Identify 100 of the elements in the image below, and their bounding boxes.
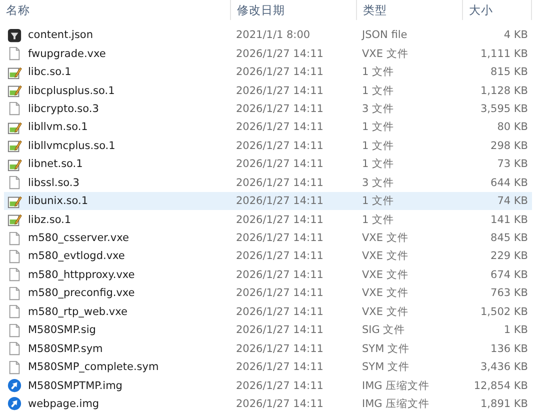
modified-date: 2026/1/27 14:11	[235, 306, 324, 318]
notepad-icon	[7, 83, 22, 98]
modified-date: 2026/1/27 14:11	[235, 48, 324, 60]
file-type: IMG 压缩文件	[361, 396, 431, 411]
file-row[interactable]: M580SMPTMP.img 2026/1/27 14:11 IMG 压缩文件 12,854 KB	[4, 376, 532, 395]
file-name: m580_csserver.vxe	[28, 232, 129, 244]
file-name: libcplusplus.so.1	[28, 84, 115, 97]
file-row[interactable]: webpage.img 2026/1/27 14:11 IMG 压缩文件 1,891 KB	[4, 394, 532, 414]
file-name: fwupgrade.vxe	[28, 48, 106, 60]
file-size: 1,502 KB	[480, 306, 529, 318]
file-row[interactable]: libcrypto.so.3 2026/1/27 14:11 3 文件 3,595 KB	[4, 100, 532, 118]
modified-date: 2026/1/27 14:11	[235, 140, 324, 152]
file-type: VXE 文件	[361, 249, 410, 264]
file-icon	[7, 46, 22, 62]
file-name: libssl.so.3	[28, 176, 80, 189]
column-header[interactable]: 类型	[357, 0, 463, 20]
file-size: 1,111 KB	[480, 48, 529, 60]
file-name: libcrypto.so.3	[28, 102, 99, 115]
modified-date: 2026/1/27 14:11	[235, 195, 324, 208]
modified-date: 2026/1/27 14:11	[235, 380, 324, 392]
disc-image-icon	[7, 396, 22, 412]
file-size: 73 KB	[496, 158, 529, 170]
file-row[interactable]: m580_preconfig.vxe 2026/1/27 14:11 VXE 文件 763 KB	[4, 284, 532, 303]
column-header[interactable]: 大小	[463, 0, 532, 20]
file-icon	[7, 360, 22, 375]
file-row[interactable]: libnet.so.1 2026/1/27 14:11 1 文件 73 KB	[4, 155, 532, 174]
file-size: 3,595 KB	[480, 102, 529, 115]
modified-date: 2026/1/27 14:11	[235, 361, 324, 374]
file-row[interactable]: m580_httpproxy.vxe 2026/1/27 14:11 VXE 文件 674 KB	[4, 266, 532, 284]
file-row[interactable]: m580_csserver.vxe 2026/1/27 14:11 VXE 文件 845 KB	[4, 228, 532, 248]
file-row[interactable]: libllvm.so.1 2026/1/27 14:11 1 文件 80 KB	[4, 118, 532, 137]
modified-date: 2026/1/27 14:11	[235, 121, 324, 134]
file-size: 1 KB	[502, 324, 529, 336]
file-row[interactable]: libz.so.1 2026/1/27 14:11 1 文件 141 KB	[4, 210, 532, 229]
file-row[interactable]: M580SMP_complete.sym 2026/1/27 14:11 SYM 文件 3,436 KB	[4, 358, 532, 376]
file-name: M580SMP_complete.sym	[28, 361, 159, 374]
file-size: 141 KB	[490, 214, 529, 226]
notepad-icon	[7, 212, 22, 228]
file-row[interactable]: m580_rtp_web.vxe 2026/1/27 14:11 VXE 文件 1,502 KB	[4, 302, 532, 321]
file-row[interactable]: M580SMP.sym 2026/1/27 14:11 SYM 文件 136 KB	[4, 339, 532, 358]
file-type: SYM 文件	[361, 360, 410, 374]
file-type: 1 文件	[361, 65, 396, 80]
file-type: JSON file	[360, 29, 408, 42]
modified-date: 2026/1/27 14:11	[235, 250, 324, 262]
file-name: M580SMP.sym	[28, 342, 103, 355]
file-row[interactable]: content.json 2021/1/1 8:00 JSON file 4 KB	[4, 26, 532, 44]
file-size: 80 KB	[496, 121, 529, 134]
modified-date: 2026/1/27 14:11	[235, 342, 324, 355]
file-row[interactable]: libllvmcplus.so.1 2026/1/27 14:11 1 文件 298 KB	[4, 136, 532, 156]
file-size: 298 KB	[490, 140, 529, 152]
file-size: 674 KB	[490, 268, 529, 281]
notepad-icon	[7, 120, 22, 135]
file-size: 12,854 KB	[472, 380, 529, 392]
modified-date: 2026/1/27 14:11	[235, 102, 324, 115]
modified-date: 2026/1/27 14:11	[235, 232, 324, 244]
file-size: 763 KB	[490, 287, 529, 300]
modified-date: 2026/1/27 14:11	[235, 287, 324, 300]
file-name: m580_preconfig.vxe	[28, 287, 135, 300]
file-size: 815 KB	[490, 66, 529, 78]
file-icon	[7, 248, 22, 264]
file-type: SYM 文件	[361, 342, 410, 356]
file-name: libnet.so.1	[28, 158, 83, 170]
file-type: 3 文件	[361, 176, 396, 190]
file-name: libc.so.1	[28, 66, 72, 78]
file-name: content.json	[28, 29, 94, 42]
file-type: 1 文件	[361, 138, 396, 153]
file-name: M580SMP.sig	[28, 324, 96, 336]
file-name: M580SMPTMP.img	[28, 380, 122, 392]
file-size: 644 KB	[490, 176, 529, 189]
file-type: 1 文件	[361, 157, 396, 172]
file-row[interactable]: fwupgrade.vxe 2026/1/27 14:11 VXE 文件 1,111 KB	[4, 44, 532, 63]
file-row[interactable]: libssl.so.3 2026/1/27 14:11 3 文件 644 KB	[4, 174, 532, 192]
file-row[interactable]: libunix.so.1 2026/1/27 14:11 1 文件 74 KB	[4, 192, 532, 210]
file-row[interactable]: m580_evtlogd.vxe 2026/1/27 14:11 VXE 文件 229 KB	[4, 247, 532, 266]
file-icon	[7, 101, 22, 116]
modified-date: 2026/1/27 14:11	[235, 268, 324, 281]
file-row[interactable]: M580SMP.sig 2026/1/27 14:11 SIG 文件 1 KB	[4, 321, 532, 340]
app-icon	[7, 28, 22, 43]
notepad-icon	[7, 64, 22, 80]
file-row[interactable]: libcplusplus.so.1 2026/1/27 14:11 1 文件 1,128 KB	[4, 81, 532, 100]
modified-date: 2026/1/27 14:11	[235, 176, 324, 189]
file-icon	[7, 267, 22, 282]
notepad-icon	[7, 194, 22, 209]
file-size: 136 KB	[490, 342, 529, 355]
column-header[interactable]: 修改日期	[231, 0, 357, 20]
file-size: 845 KB	[490, 232, 529, 244]
column-header[interactable]: 名称	[0, 0, 231, 20]
modified-date: 2026/1/27 14:11	[235, 214, 324, 226]
file-type: 1 文件	[361, 212, 396, 227]
notepad-icon	[7, 138, 22, 154]
file-type: VXE 文件	[361, 46, 410, 61]
file-name: webpage.img	[28, 398, 100, 410]
notepad-icon	[7, 156, 22, 172]
file-type: 1 文件	[361, 84, 396, 98]
file-icon	[7, 322, 22, 338]
file-name: m580_httpproxy.vxe	[28, 268, 135, 281]
file-size: 74 KB	[496, 195, 529, 208]
file-type: 3 文件	[361, 102, 396, 116]
file-row[interactable]: libc.so.1 2026/1/27 14:11 1 文件 815 KB	[4, 62, 532, 82]
file-name: libz.so.1	[28, 214, 72, 226]
